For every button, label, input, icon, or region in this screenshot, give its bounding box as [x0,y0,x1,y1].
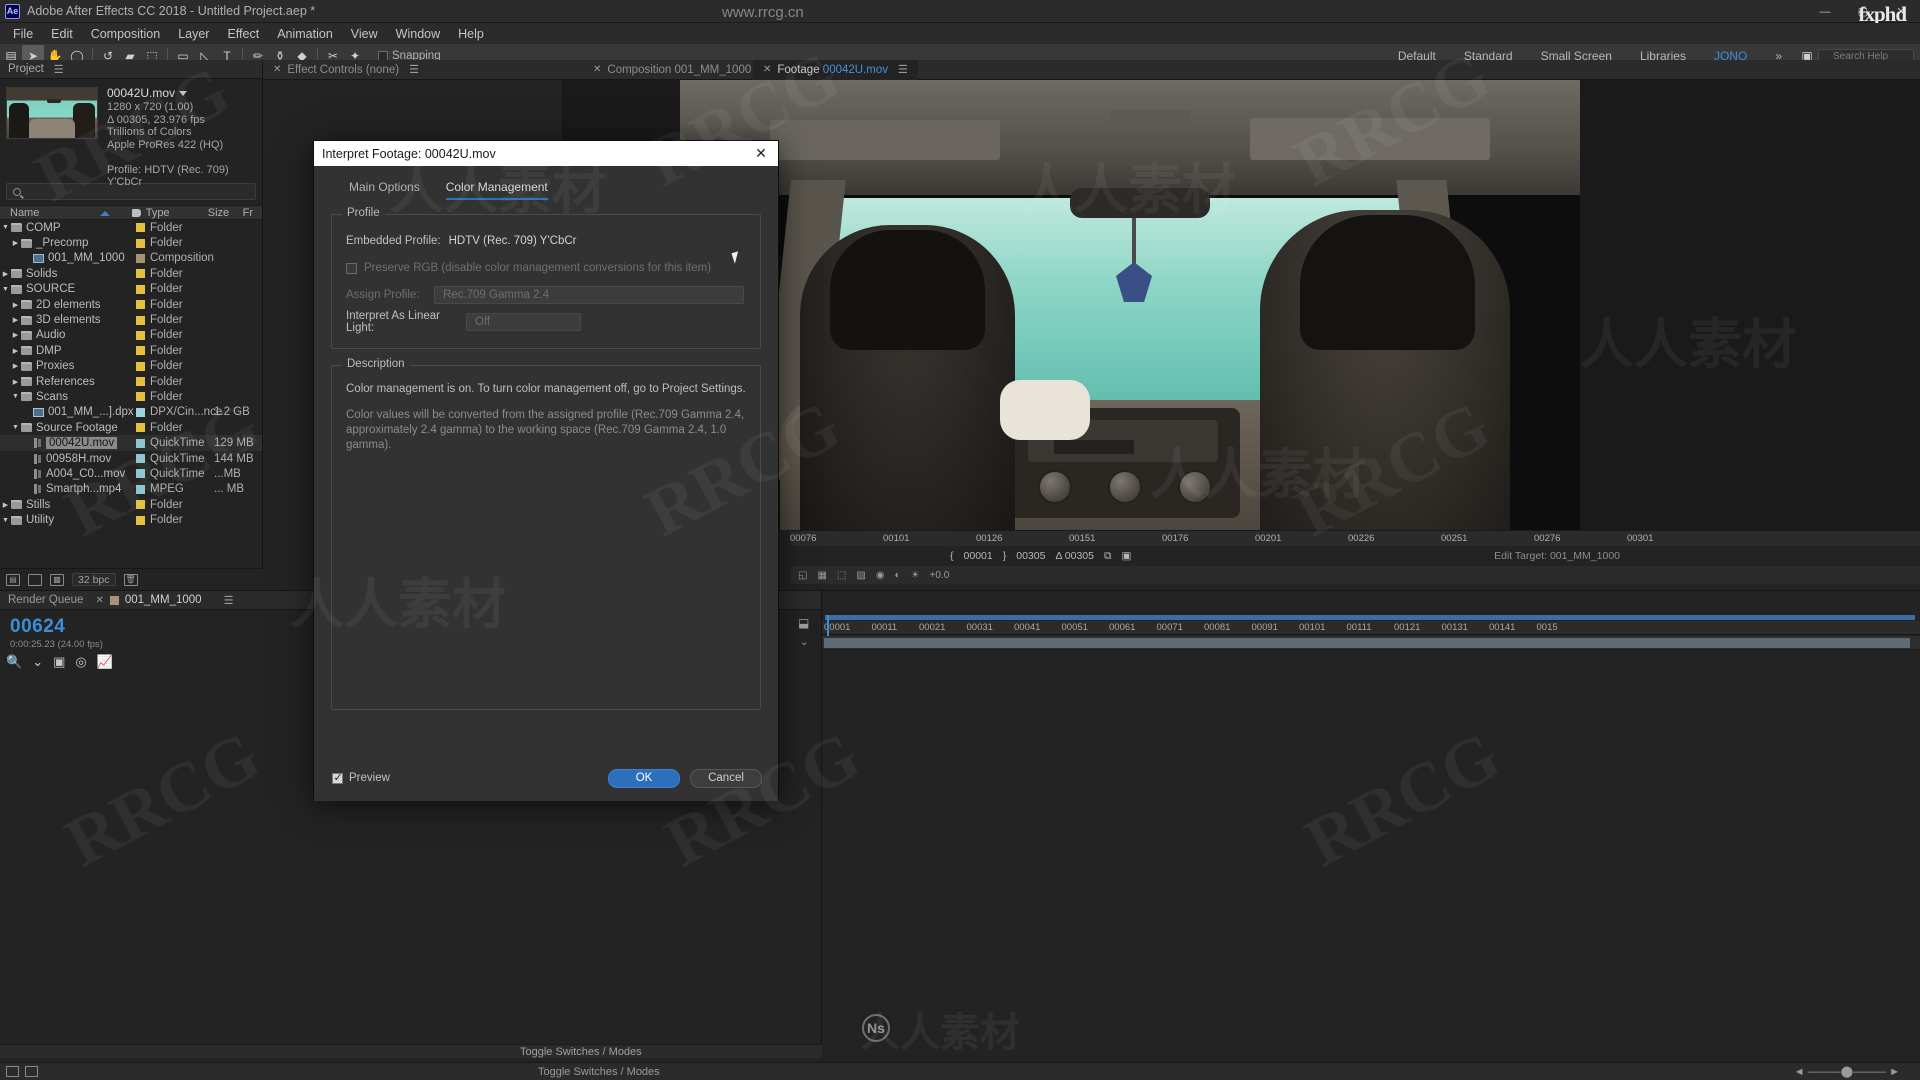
preview-label: Preview [349,772,390,784]
after-effects-window: Ae Adobe After Effects CC 2018 - Untitle… [0,0,1920,1080]
assign-profile-label: Assign Profile: [346,289,420,301]
dialog-footer: Preview OK Cancel [314,755,780,801]
dialog-body: Main Options Color Management Profile Em… [314,166,778,801]
interpret-footage-dialog: Interpret Footage: 00042U.mov ✕ Main Opt… [313,140,779,801]
preserve-rgb-checkbox[interactable] [346,262,357,274]
embedded-profile-value: HDTV (Rec. 709) Y'CbCr [448,235,577,247]
linear-light-label: Interpret As Linear Light: [346,310,440,334]
ok-button[interactable]: OK [608,768,680,788]
preview-checkbox[interactable] [332,771,343,784]
profile-group-title: Profile [342,207,385,219]
preview-toggle[interactable]: Preview [332,771,390,784]
preserve-rgb-row[interactable]: Preserve RGB (disable color management c… [346,258,746,278]
tab-color-management[interactable]: Color Management [445,180,548,200]
dialog-title: Interpret Footage: 00042U.mov [322,146,496,161]
preserve-rgb-label: Preserve RGB (disable color management c… [364,262,712,274]
embedded-profile-row: Embedded Profile: HDTV (Rec. 709) Y'CbCr [346,231,746,251]
dialog-title-bar: Interpret Footage: 00042U.mov ✕ [314,141,778,166]
modal-backdrop [0,0,1920,1080]
dialog-close-icon[interactable]: ✕ [744,141,778,166]
description-paragraph-2: Color values will be converted from the … [346,409,745,451]
assign-profile-dropdown[interactable]: Rec.709 Gamma 2.4 [434,286,744,304]
watermark-badge: Ns [862,1014,890,1042]
tab-main-options[interactable]: Main Options [349,180,420,200]
linear-light-dropdown[interactable]: Off [466,313,581,331]
assign-profile-row[interactable]: Assign Profile: Rec.709 Gamma 2.4 [346,285,746,305]
description-paragraph-1: Color management is on. To turn color ma… [346,383,746,395]
linear-light-row[interactable]: Interpret As Linear Light: Off [346,310,746,334]
profile-group: Profile Embedded Profile: HDTV (Rec. 709… [331,207,761,349]
description-group-title: Description [342,358,410,370]
embedded-profile-label: Embedded Profile: [346,235,441,247]
dialog-tabs: Main Options Color Management [331,180,761,200]
cancel-button[interactable]: Cancel [690,768,762,788]
description-group: Description Color management is on. To t… [331,358,761,710]
dialog-buttons: OK Cancel [608,768,762,788]
